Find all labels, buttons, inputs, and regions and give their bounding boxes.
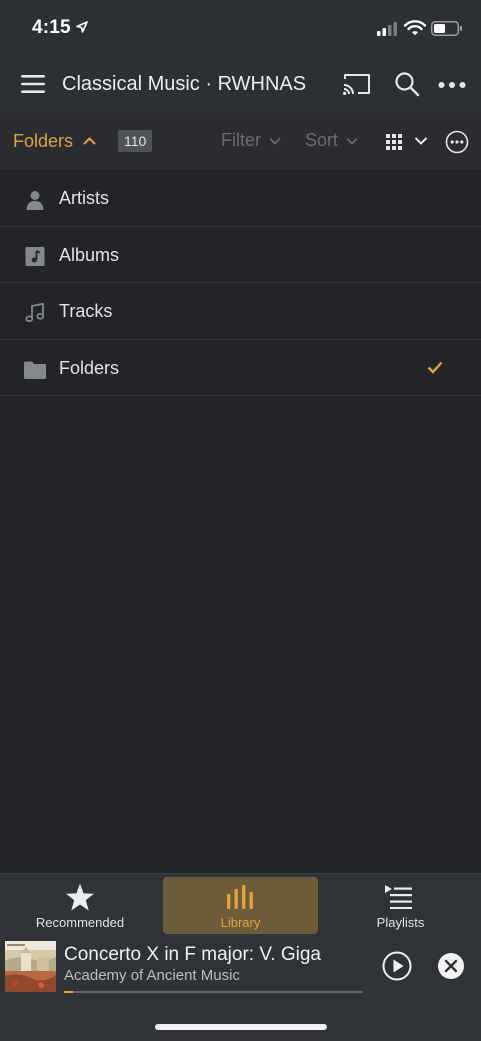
now-playing-bar[interactable]: Concerto X in F major: V. Giga Academy o… xyxy=(0,936,481,1041)
section-selector[interactable]: Folders xyxy=(13,129,96,153)
tab-library[interactable]: Library xyxy=(163,877,318,934)
library-toolbar: Folders 110 Filter Sort xyxy=(0,113,481,169)
person-icon xyxy=(26,191,44,210)
status-time: 4:15 xyxy=(32,17,71,38)
track-title: Concerto X in F major: V. Giga xyxy=(64,944,321,965)
chevron-down-icon xyxy=(269,137,281,145)
folder-icon xyxy=(24,361,46,379)
album-icon xyxy=(25,246,45,266)
status-bar: 4:15 xyxy=(0,0,481,56)
location-arrow-icon xyxy=(76,21,88,33)
hamburger-menu-icon[interactable] xyxy=(20,73,46,95)
section-label: Folders xyxy=(13,130,74,151)
filter-label: Filter xyxy=(221,130,261,150)
bottom-navigation: Recommended Library Playlists xyxy=(0,873,481,936)
filter-button[interactable]: Filter xyxy=(221,130,281,151)
chevron-up-icon xyxy=(83,137,96,145)
type-row-artists[interactable]: Artists xyxy=(0,170,481,227)
page-title: Classical Music · RWHNAS xyxy=(62,73,307,95)
type-row-folders[interactable]: Folders xyxy=(0,340,481,396)
library-type-list: Artists Albums Tracks Folders xyxy=(0,170,481,396)
item-count-badge: 110 xyxy=(118,130,153,152)
star-icon xyxy=(66,883,94,911)
checkmark-icon xyxy=(427,361,443,374)
type-row-albums[interactable]: Albums xyxy=(0,227,481,283)
type-label: Albums xyxy=(59,244,120,265)
sort-button[interactable]: Sort xyxy=(305,130,358,151)
library-bars-icon xyxy=(227,885,253,909)
tab-playlists[interactable]: Playlists xyxy=(320,874,481,937)
chevron-down-icon xyxy=(346,137,358,145)
options-circle-icon[interactable] xyxy=(445,130,469,154)
music-note-icon xyxy=(25,303,45,323)
playback-progress-bar[interactable] xyxy=(64,991,363,993)
close-icon[interactable] xyxy=(437,952,465,980)
grid-view-icon[interactable] xyxy=(386,134,402,150)
cellular-signal-icon xyxy=(377,22,397,36)
playlist-icon xyxy=(385,885,412,909)
more-horizontal-icon[interactable] xyxy=(438,81,466,89)
tab-recommended[interactable]: Recommended xyxy=(0,874,160,937)
type-label: Folders xyxy=(59,357,120,378)
tab-label: Library xyxy=(220,915,261,930)
type-row-tracks[interactable]: Tracks xyxy=(0,283,481,340)
wifi-icon xyxy=(404,20,426,36)
type-label: Tracks xyxy=(59,301,113,321)
tab-label: Recommended xyxy=(35,915,125,930)
play-icon[interactable] xyxy=(382,951,412,981)
view-mode-chevron-down-icon[interactable] xyxy=(414,136,428,146)
app-header: Classical Music · RWHNAS xyxy=(0,56,481,113)
track-artist: Academy of Ancient Music xyxy=(64,967,240,984)
type-label: Artists xyxy=(59,188,110,208)
home-indicator[interactable] xyxy=(155,1024,327,1030)
cast-icon[interactable] xyxy=(342,72,372,96)
tab-label: Playlists xyxy=(376,915,425,930)
playback-progress-fill xyxy=(64,991,73,993)
battery-icon xyxy=(431,21,462,36)
search-icon[interactable] xyxy=(394,71,420,97)
sort-label: Sort xyxy=(305,130,339,150)
album-art-thumbnail[interactable] xyxy=(5,941,56,992)
